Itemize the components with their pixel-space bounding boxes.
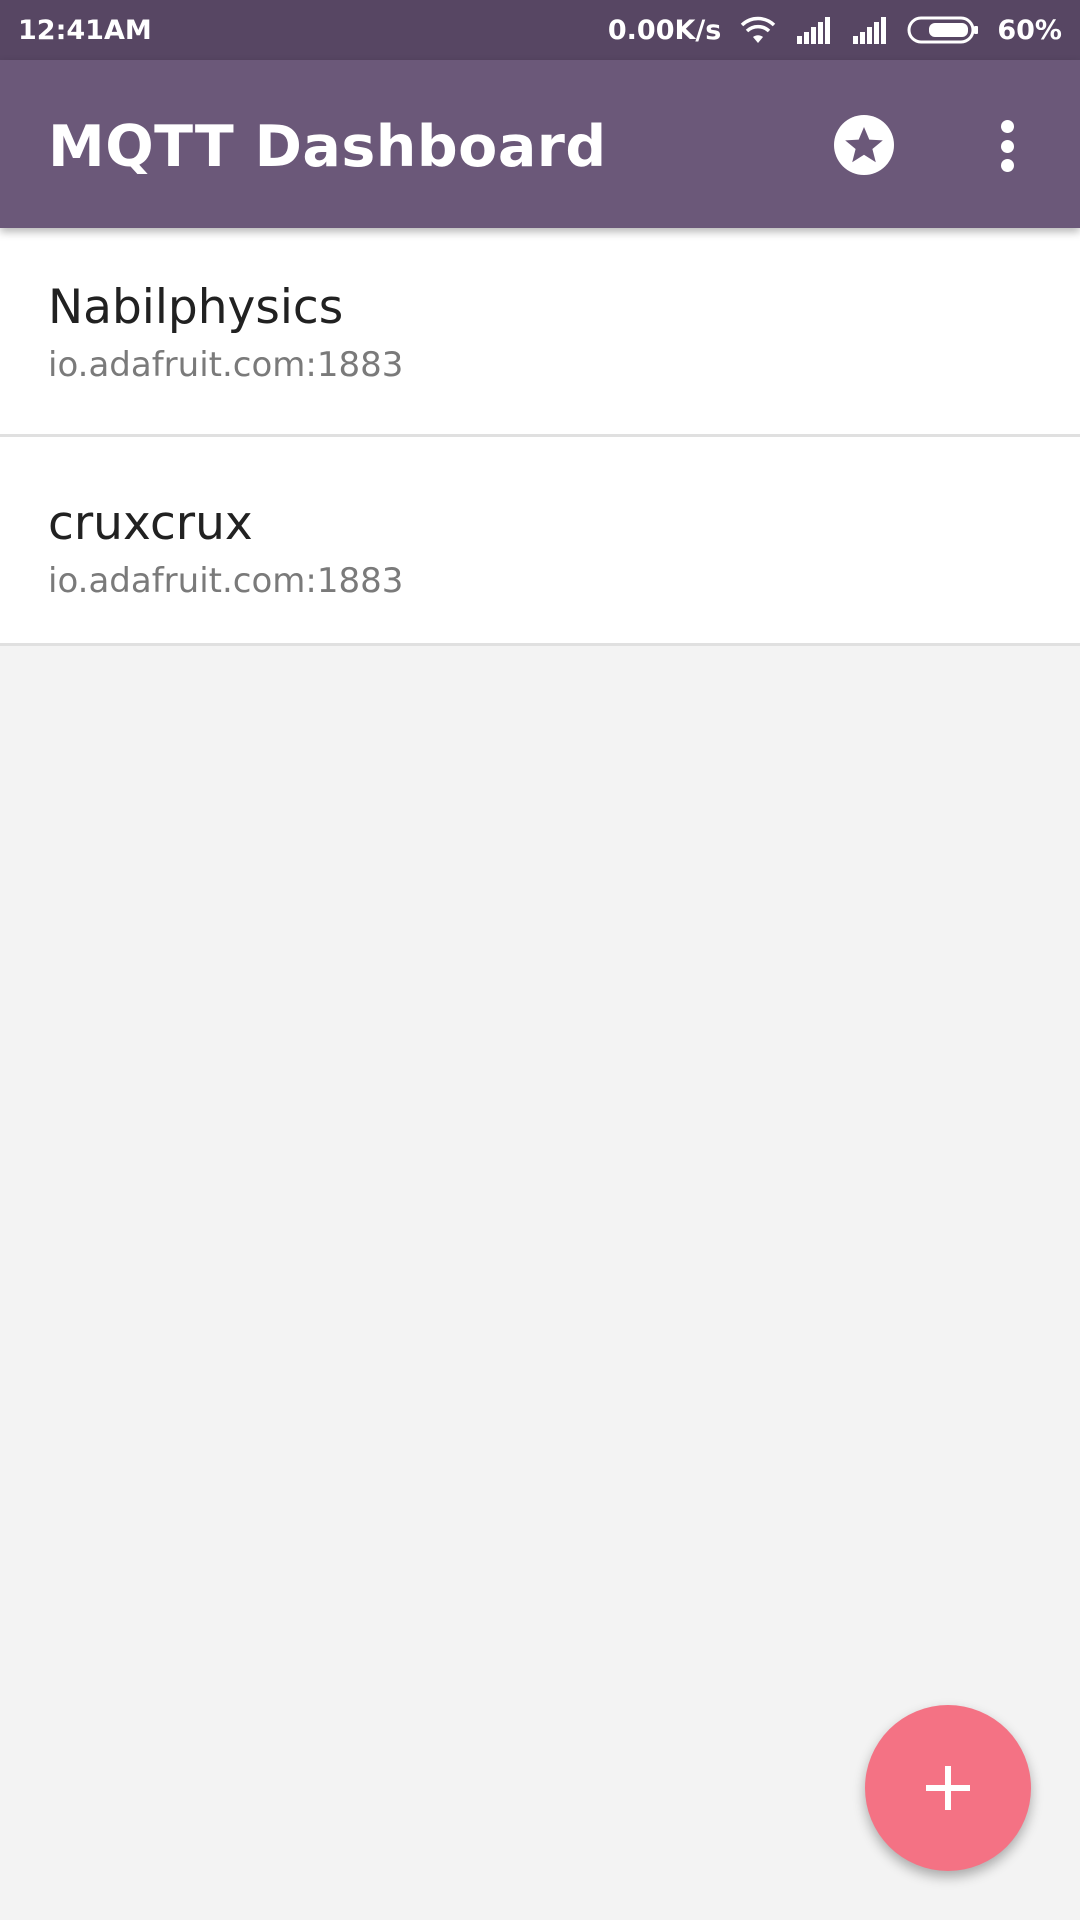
signal-icon-2 [851,16,889,44]
network-speed: 0.00K/s [607,14,722,46]
status-bar: 12:41AM 0.00K/s 60% [0,0,1080,60]
app-title: MQTT Dashboard [48,114,607,180]
favorites-button[interactable] [832,113,896,177]
list-item[interactable]: cruxcrux io.adafruit.com:1883 [0,437,1080,646]
status-icons: 0.00K/s 60% [608,15,1062,46]
more-vert-icon-dot [1000,139,1014,153]
add-icon [926,1766,970,1810]
status-time: 12:41AM [18,14,152,46]
broker-address: io.adafruit.com:1883 [48,561,404,601]
signal-icon [795,16,833,44]
list-item[interactable]: Nabilphysics io.adafruit.com:1883 [0,228,1080,437]
broker-list: Nabilphysics io.adafruit.com:1883 cruxcr… [0,228,1080,646]
battery-percent: 60% [997,14,1062,46]
add-broker-button[interactable] [865,1705,1031,1871]
broker-name: Nabilphysics [48,280,344,335]
more-options-button[interactable] [990,116,1024,176]
broker-name: cruxcrux [48,496,253,551]
star-icon [834,115,894,175]
app-bar: MQTT Dashboard [0,60,1080,228]
wifi-icon [739,15,777,45]
more-vert-icon-dot [1000,159,1014,172]
battery-icon [907,15,979,45]
broker-address: io.adafruit.com:1883 [48,345,404,385]
more-vert-icon [1000,120,1014,133]
